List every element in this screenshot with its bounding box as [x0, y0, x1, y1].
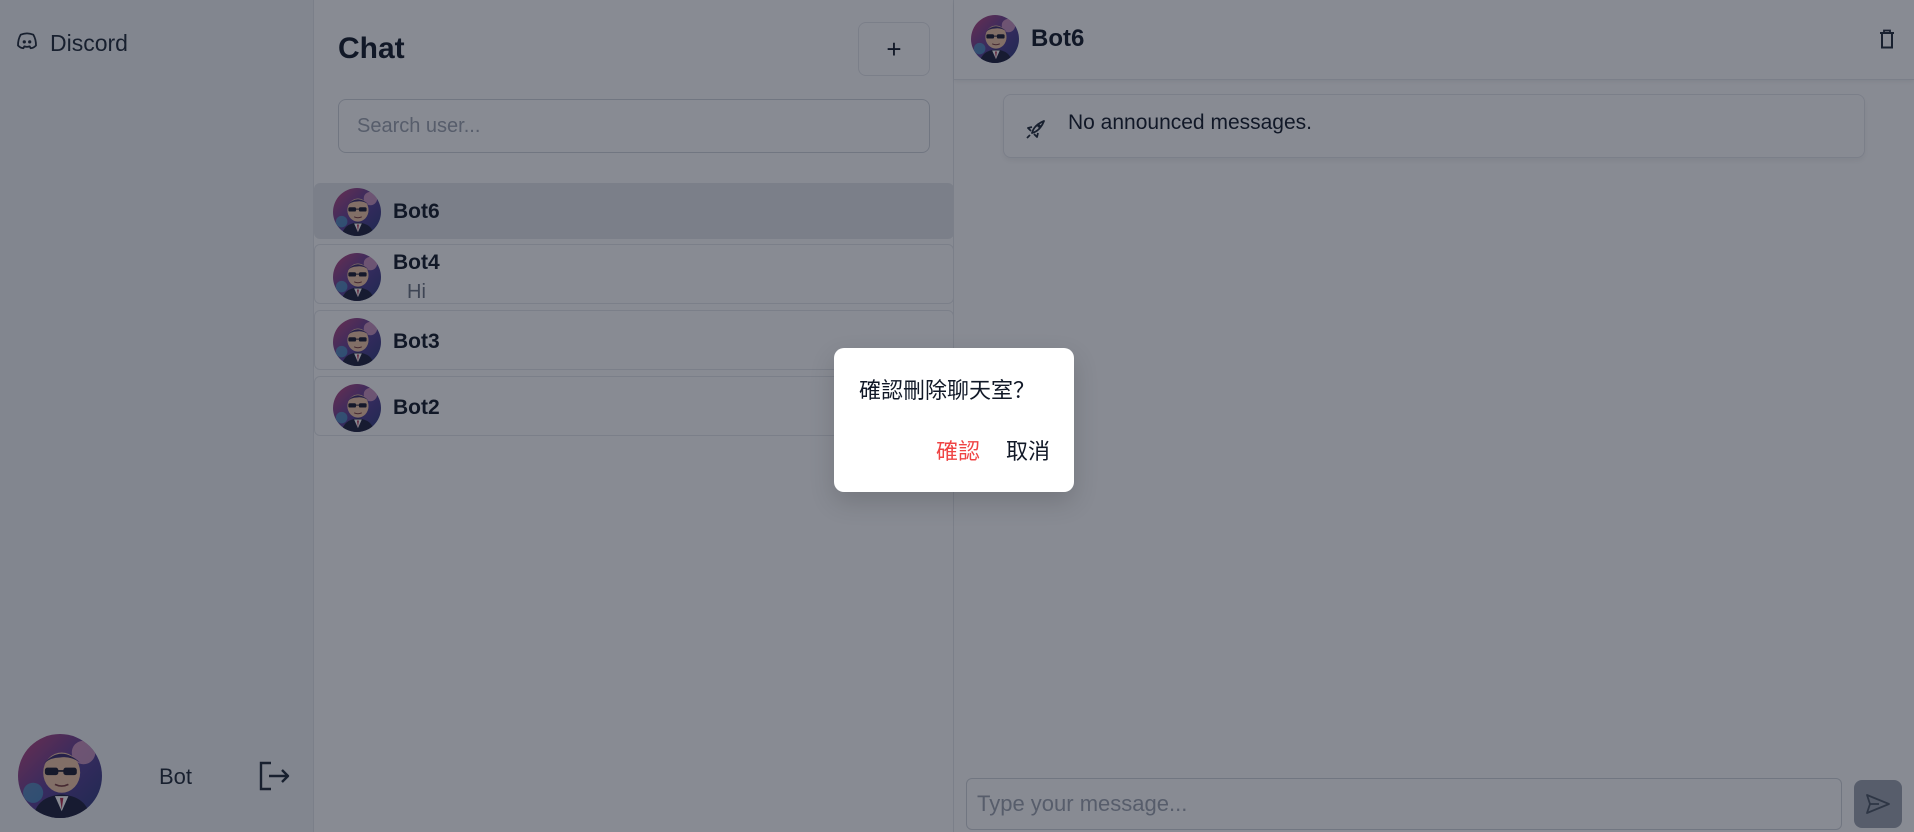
confirm-button[interactable]: 確認 — [936, 434, 980, 466]
dialog-message: 確認刪除聊天室？ — [859, 379, 1036, 404]
confirm-delete-dialog: 確認刪除聊天室？ 確認 取消 — [834, 348, 1074, 492]
cancel-button[interactable]: 取消 — [1006, 434, 1050, 466]
dialog-actions: 確認 取消 — [936, 434, 1050, 466]
